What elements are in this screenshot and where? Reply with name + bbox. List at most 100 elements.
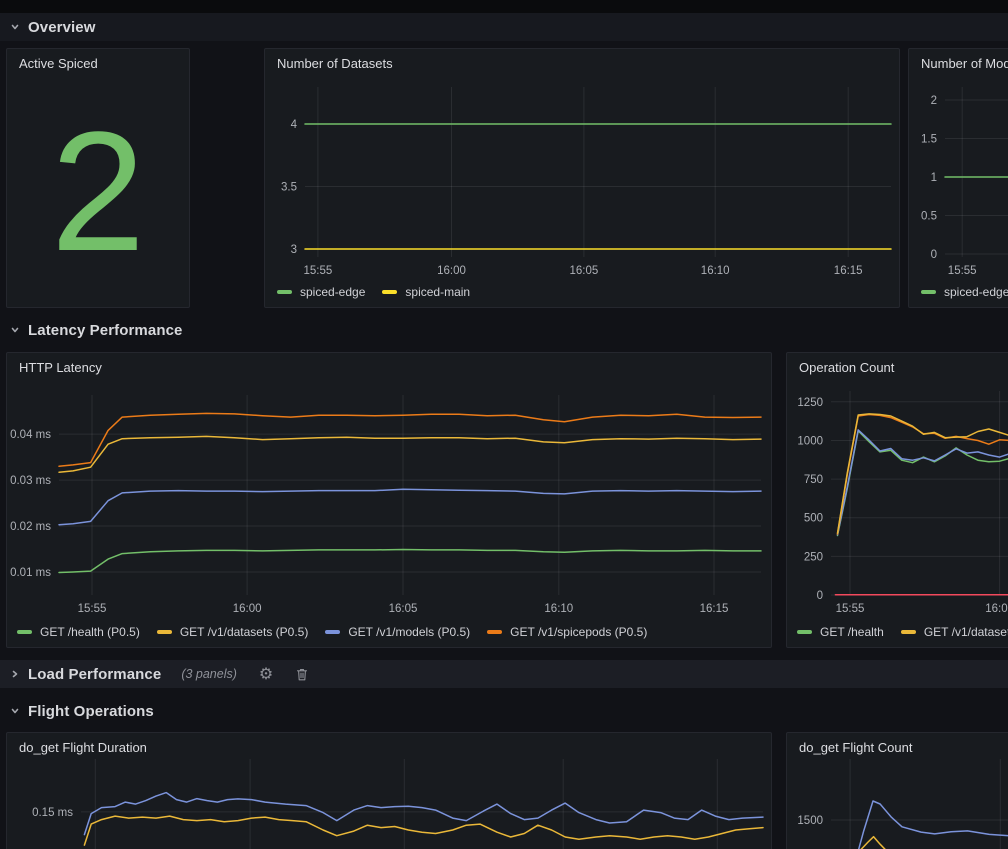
section-title-overview[interactable]: Overview [28,19,96,36]
legend-item[interactable]: GET /health (P0.5) [17,625,140,639]
panel-title[interactable]: HTTP Latency [19,360,763,375]
panel-title[interactable]: Number of Datasets [277,56,891,71]
panel-title[interactable]: Active Spiced [19,56,181,71]
legend-swatch [487,630,502,634]
series-get-v1-datasets-p0-5[interactable] [59,436,761,472]
series-get-health-p0-5[interactable] [59,550,761,573]
legend-swatch [901,630,916,634]
legend-swatch [157,630,172,634]
y-tick-label: 3 [291,244,297,256]
series-do-get-p50-yellow[interactable] [84,816,763,845]
series-get-v1-spicepods[interactable] [838,415,1008,535]
y-tick-label: 0 [817,590,823,602]
panel-http-latency: HTTP Latency 15:5516:0016:0516:1016:150.… [6,352,772,648]
legend-label: GET /v1/models (P0.5) [348,625,470,639]
panel-do-get-flight-duration: do_get Flight Duration 0.15 ms [6,732,772,849]
panel-do-get-flight-count: do_get Flight Count 1500 [786,732,1008,849]
legend-label: GET /v1/datasets (P0.5) [180,625,309,639]
section-row-load[interactable]: Load Performance (3 panels) ⚙ [0,660,1008,688]
x-tick-label: 16:10 [701,265,730,277]
section-title-load[interactable]: Load Performance [28,666,161,683]
legend-swatch [921,290,936,294]
x-tick-label: 16:00 [985,603,1008,615]
legend-swatch [17,630,32,634]
x-tick-label: 16:10 [544,603,573,615]
panel-title[interactable]: do_get Flight Count [799,740,1008,755]
y-tick-label: 4 [291,119,298,131]
chart-svg: 15:5516:0016:0516:1016:150.01 ms0.02 ms0… [7,383,771,621]
operation-count-chart[interactable]: 15:5516:0016:0516:10025050075010001250 [787,383,1008,621]
y-tick-label: 0.03 ms [10,475,51,487]
x-tick-label: 16:00 [437,265,466,277]
x-tick-label: 16:05 [389,603,418,615]
legend-item[interactable]: spiced-edge [921,285,1008,299]
legend-swatch [797,630,812,634]
x-tick-label: 15:55 [78,603,107,615]
chart-svg: 15:5516:0016:0516:1000.511.52 [909,79,1008,283]
section-row-latency[interactable]: Latency Performance [0,316,1008,344]
y-tick-label: 250 [804,551,823,563]
panel-title[interactable]: Operation Count [799,360,1008,375]
x-tick-label: 15:55 [948,265,977,277]
section-row-flight[interactable]: Flight Operations [0,697,1008,725]
y-tick-label: 1000 [797,436,823,448]
series-get-health[interactable] [838,431,1008,536]
panel-title[interactable]: do_get Flight Duration [19,740,763,755]
series-do-get-p50-blue[interactable] [84,793,763,835]
legend-item[interactable]: GET /v1/datasets [901,625,1008,639]
panel-title[interactable]: Number of Models [921,56,1008,71]
y-tick-label: 0.15 ms [32,807,73,819]
legend-item[interactable]: GET /health [797,625,884,639]
y-tick-label: 1250 [797,397,823,409]
x-tick-label: 16:15 [834,265,863,277]
trash-icon[interactable] [295,667,309,682]
x-tick-label: 15:55 [836,603,865,615]
y-tick-label: 1 [931,172,937,184]
series-get-v1-datasets[interactable] [838,414,1008,533]
http-latency-legend: GET /health (P0.5) GET /v1/datasets (P0.5… [17,621,771,643]
legend-label: GET /health [820,625,884,639]
x-tick-label: 15:55 [304,265,333,277]
panel-number-of-models: Number of Models 15:5516:0016:0516:1000.… [908,48,1008,308]
panels-count: (3 panels) [181,667,237,681]
models-chart[interactable]: 15:5516:0016:0516:1000.511.52 [909,79,1008,283]
y-tick-label: 500 [804,513,823,525]
series-do-get-count-blue[interactable] [859,801,1008,849]
chart-svg: 15:5516:0016:0516:10025050075010001250 [787,383,1008,621]
series-get-v1-models[interactable] [838,430,1008,535]
chevron-down-icon[interactable] [8,324,22,336]
y-tick-label: 1500 [797,815,823,827]
datasets-legend: spiced-edge spiced-main [277,281,899,303]
panel-active-spiced: Active Spiced 2 [6,48,190,308]
top-strip [0,0,1008,13]
legend-item[interactable]: GET /v1/models (P0.5) [325,625,470,639]
series-get-v1-models-p0-5[interactable] [59,489,761,524]
legend-swatch [325,630,340,634]
models-legend: spiced-edge [921,281,1008,303]
http-latency-chart[interactable]: 15:5516:0016:0516:1016:150.01 ms0.02 ms0… [7,383,771,621]
legend-item[interactable]: spiced-edge [277,285,365,299]
section-title-flight[interactable]: Flight Operations [28,703,154,720]
section-title-latency[interactable]: Latency Performance [28,322,182,339]
legend-label: GET /v1/spicepods (P0.5) [510,625,647,639]
flight-duration-chart[interactable]: 0.15 ms [7,759,771,849]
chart-svg: 1500 [787,759,1008,849]
y-tick-label: 0.02 ms [10,521,51,533]
gear-icon[interactable]: ⚙ [259,666,273,682]
datasets-chart[interactable]: 15:5516:0016:0516:1016:1533.54 [265,79,899,283]
legend-item[interactable]: GET /v1/spicepods (P0.5) [487,625,647,639]
legend-item[interactable]: spiced-main [382,285,470,299]
series-do-get-count-yellow[interactable] [861,837,1008,849]
x-tick-label: 16:15 [700,603,729,615]
legend-label: spiced-edge [300,285,365,299]
flight-count-chart[interactable]: 1500 [787,759,1008,849]
chevron-down-icon[interactable] [8,21,22,33]
chevron-down-icon[interactable] [8,705,22,717]
panel-operation-count: Operation Count 15:5516:0016:0516:100250… [786,352,1008,648]
section-row-overview[interactable]: Overview [0,13,1008,41]
y-tick-label: 0.01 ms [10,567,51,579]
legend-item[interactable]: GET /v1/datasets (P0.5) [157,625,309,639]
chevron-right-icon[interactable] [8,668,22,680]
y-tick-label: 1.5 [921,134,937,146]
series-get-v1-spicepods-p0-5[interactable] [59,413,761,466]
